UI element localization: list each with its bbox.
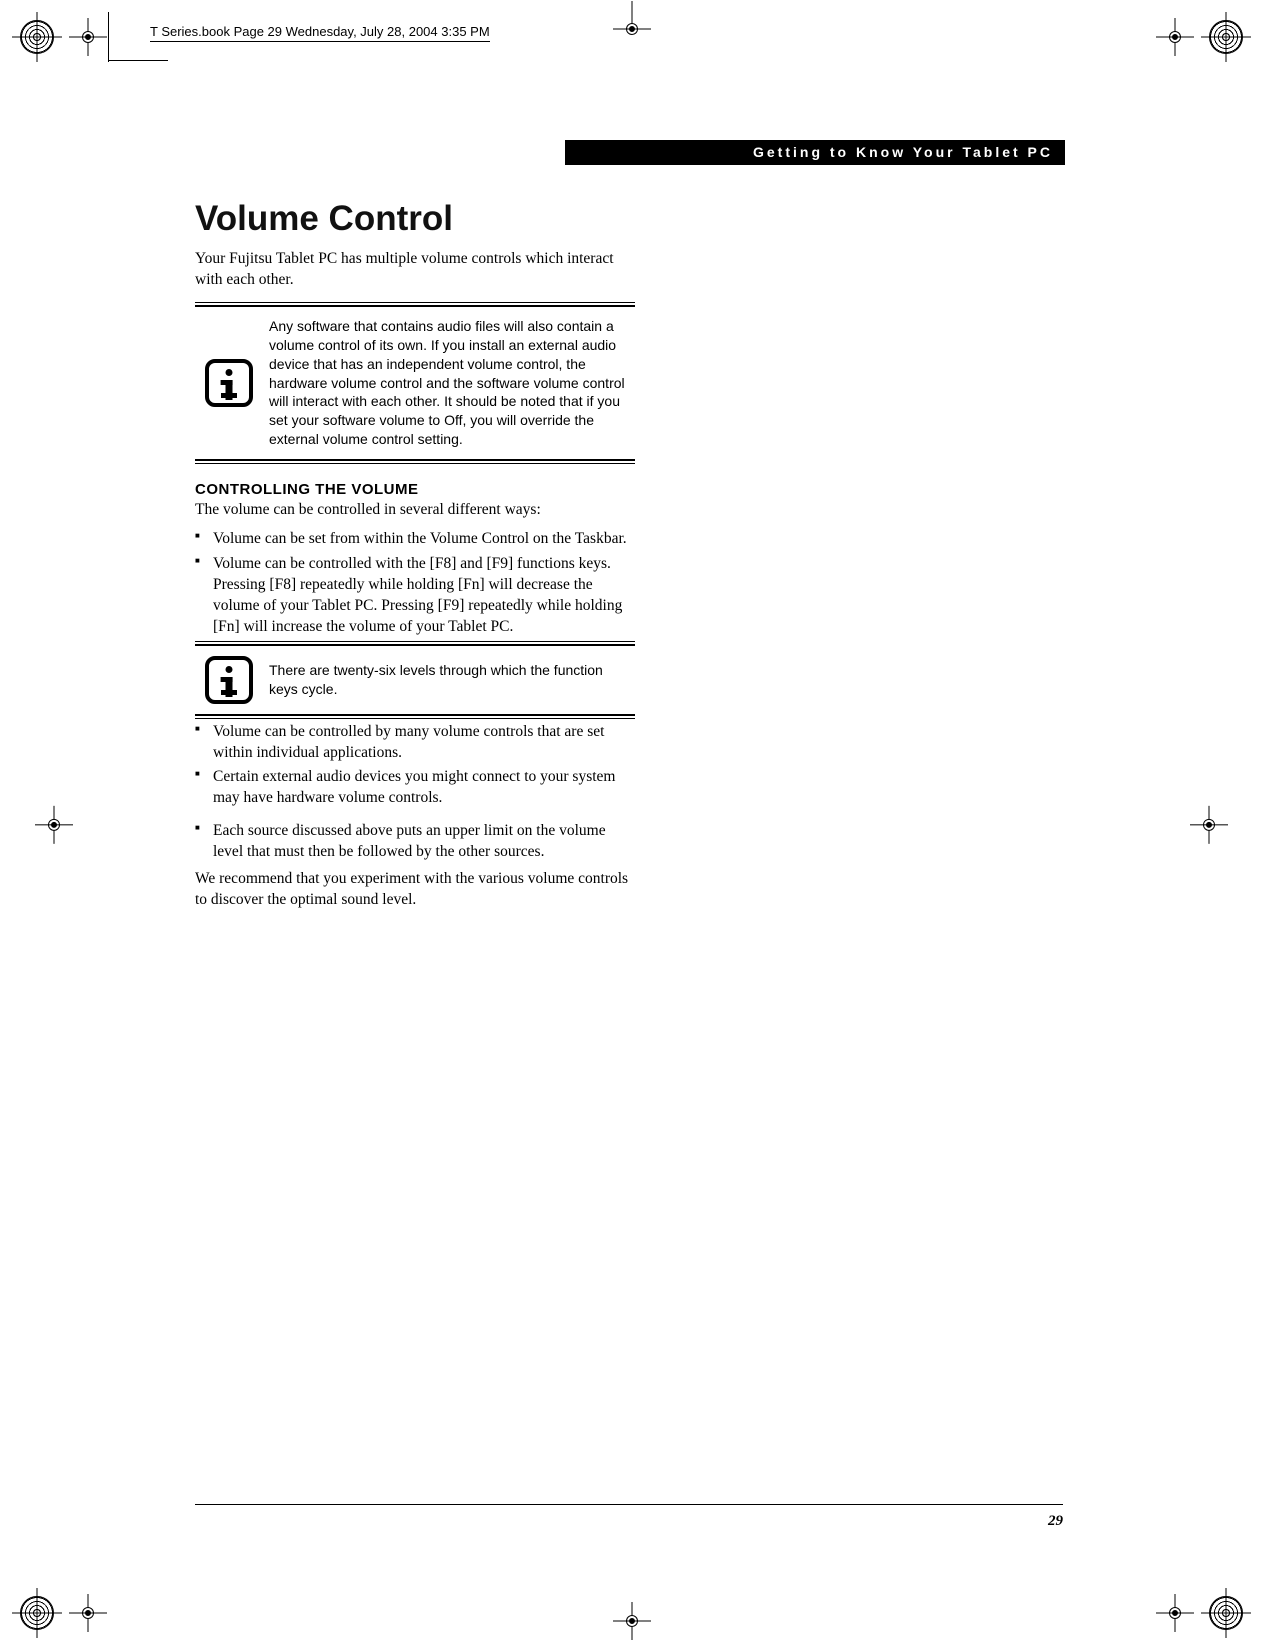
info-icon	[205, 656, 253, 704]
crop-mark-icon	[1175, 816, 1243, 834]
bullet-list: Volume can be set from within the Volume…	[195, 529, 635, 638]
crop-line	[108, 60, 168, 61]
info-icon	[205, 359, 253, 407]
crop-mark-icon	[598, 1612, 666, 1630]
registration-mark-icon	[20, 1596, 122, 1630]
info-note: Any software that contains audio files w…	[195, 305, 635, 461]
page-title: Volume Control	[195, 199, 635, 239]
sub-intro-text: The volume can be controlled in several …	[195, 500, 635, 521]
list-item: Volume can be controlled by many volume …	[195, 722, 635, 764]
note-text: Any software that contains audio files w…	[269, 317, 635, 449]
crop-mark-icon	[598, 20, 666, 38]
page-number: 29	[1048, 1513, 1063, 1530]
document-header-stamp: T Series.book Page 29 Wednesday, July 28…	[150, 24, 490, 42]
footer-rule	[195, 1504, 1063, 1505]
section-header: Getting to Know Your Tablet PC	[565, 140, 1065, 165]
registration-mark-icon	[1141, 20, 1243, 54]
list-item: Volume can be controlled with the [F8] a…	[195, 554, 635, 638]
list-item: Volume can be set from within the Volume…	[195, 529, 635, 550]
crop-line	[108, 12, 109, 62]
list-item: Certain external audio devices you might…	[195, 767, 635, 809]
registration-mark-icon	[20, 20, 122, 54]
subheading: CONTROLLING THE VOLUME	[195, 481, 635, 498]
intro-text: Your Fujitsu Tablet PC has multiple volu…	[195, 249, 635, 291]
closing-text: We recommend that you experiment with th…	[195, 869, 635, 911]
note-text: There are twenty-six levels through whic…	[269, 661, 635, 699]
list-item: Each source discussed above puts an uppe…	[195, 821, 635, 863]
info-note: There are twenty-six levels through whic…	[195, 644, 635, 716]
crop-mark-icon	[20, 816, 88, 834]
registration-mark-icon	[1141, 1596, 1243, 1630]
bullet-list: Volume can be controlled by many volume …	[195, 722, 635, 864]
